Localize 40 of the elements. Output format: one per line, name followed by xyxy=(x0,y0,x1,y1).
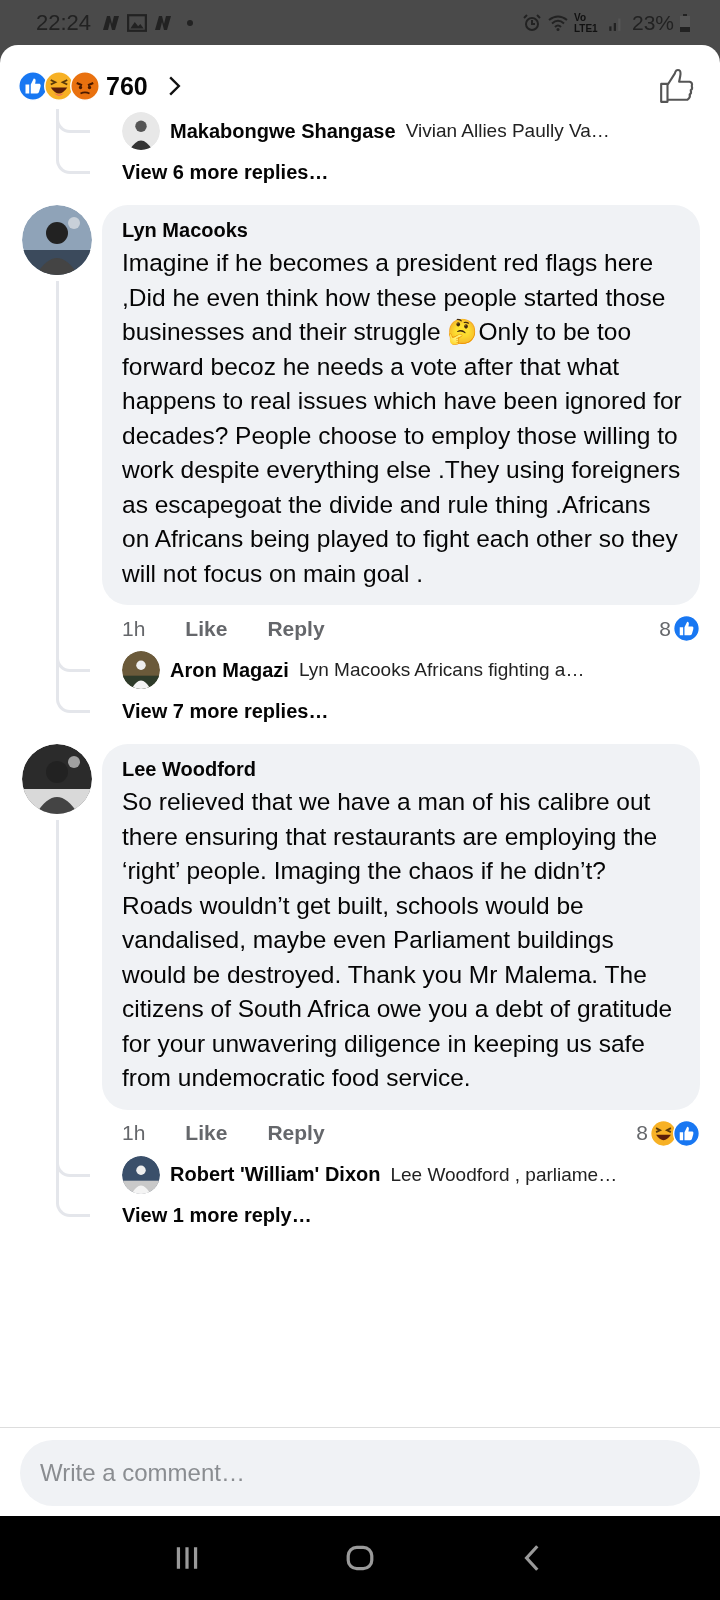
alarm-icon xyxy=(521,13,542,32)
view-more-replies-link[interactable]: View 1 more reply… xyxy=(122,1204,312,1227)
comment-author[interactable]: Lyn Macooks xyxy=(122,219,682,242)
reply-link[interactable]: Reply xyxy=(267,616,325,641)
app-notification-icon xyxy=(153,13,174,32)
like-link[interactable]: Like xyxy=(185,1121,228,1145)
battery-icon xyxy=(680,13,690,32)
network-label: Vo LTE1 xyxy=(573,11,599,34)
reply-preview: Lyn Macooks Africans fighting a… xyxy=(298,659,585,681)
laughing-reaction-icon xyxy=(650,1119,677,1147)
reply-author[interactable]: Aron Magazi xyxy=(170,658,289,682)
thumbs-up-icon[interactable] xyxy=(658,67,696,105)
image-icon xyxy=(127,13,148,32)
comment-time: 1h xyxy=(122,616,146,641)
reaction-count[interactable]: 8 xyxy=(659,616,671,641)
like-reaction-icon xyxy=(18,71,48,101)
like-link[interactable]: Like xyxy=(185,616,228,641)
home-icon[interactable] xyxy=(345,1543,375,1573)
wifi-icon xyxy=(547,13,568,32)
view-more-replies-link[interactable]: View 6 more replies… xyxy=(122,160,329,184)
comment-time: 1h xyxy=(122,1121,146,1145)
view-more-replies-link[interactable]: View 7 more replies… xyxy=(122,699,329,723)
like-reaction-icon xyxy=(673,615,700,642)
laughing-reaction-icon xyxy=(44,71,74,101)
angry-reaction-icon xyxy=(70,71,100,101)
dot-icon xyxy=(187,19,194,26)
reaction-count[interactable]: 8 xyxy=(636,1121,648,1145)
comment-author[interactable]: Lee Woodford xyxy=(122,758,682,781)
reply-link[interactable]: Reply xyxy=(267,1121,325,1145)
reaction-count[interactable]: 760 xyxy=(106,71,148,101)
comment-text: So relieved that we have a man of his calibre out there ensuring that restaurants are employing the ‘right’ people. Imaging the chaos if he didn’t? Roads wouldn’t get built, schools would be vandalised, maybe even Parliament buildings would be destroyed. Thank you Mr Malema. The citizens of South Africa owe you a debt of gratitude for your unwavering diligence in keeping us safe from undemocratic food service. xyxy=(122,787,674,1093)
reply-preview: Lee Woodford , parliame… xyxy=(390,1163,618,1186)
app-notification-icon xyxy=(101,13,122,32)
reply-author[interactable]: Robert 'William' Dixon xyxy=(170,1163,381,1186)
reply-author[interactable]: Makabongwe Shangase xyxy=(170,119,396,143)
chevron-right-icon[interactable] xyxy=(167,75,181,97)
comment-text: Imagine if he becomes a president red flags here ,Did he even think how these people started those businesses and their struggle 🤔Only to be too forward becoz he needs a vote after that what happens to real issues which have been ignored for decades? People choose to employ those willing to work despite everything else .They using foreigners as escapegoat the divide and rule thing .Africans on Africans being played to fight each other so they will not focus on main goal . xyxy=(122,248,682,589)
like-reaction-icon xyxy=(673,1119,700,1147)
reply-preview: Vivian Allies Paully Va… xyxy=(405,120,610,142)
comment-input-field[interactable]: Write a comment… xyxy=(20,1440,700,1506)
